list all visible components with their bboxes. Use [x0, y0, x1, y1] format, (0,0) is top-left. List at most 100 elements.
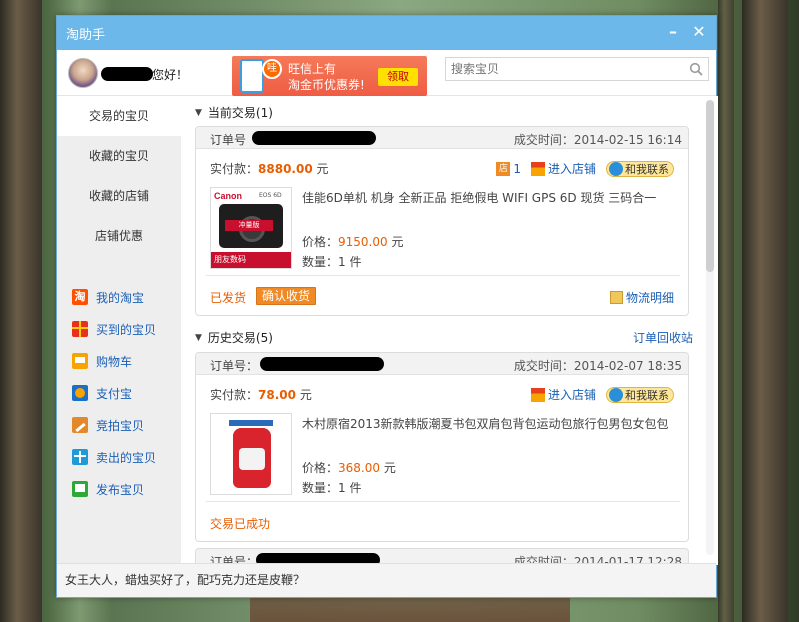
shop-icon: 店: [496, 161, 511, 176]
storefront-icon: [530, 161, 545, 176]
price-unit: 元: [391, 235, 404, 249]
phone-icon: [240, 59, 264, 93]
alipay-icon: [72, 385, 88, 401]
sidebar-link-label: 购物车: [96, 354, 133, 369]
sidebar-link-label: 卖出的宝贝: [96, 450, 157, 465]
search-box: [445, 57, 709, 81]
close-button[interactable]: ✕: [690, 22, 708, 42]
sidebar-link-publish[interactable]: 发布宝贝: [57, 473, 181, 505]
payment-label: 实付款：: [210, 388, 259, 402]
enter-shop-link[interactable]: 进入店铺: [530, 160, 596, 177]
sidebar-link-alipay[interactable]: 支付宝: [57, 377, 181, 409]
enter-shop-link[interactable]: 进入店铺: [530, 386, 596, 403]
history-trades-title: 历史交易(5): [207, 331, 273, 345]
sidebar-link-my-taobao[interactable]: 淘 我的淘宝: [57, 281, 181, 313]
contact-seller-button[interactable]: 和我联系: [606, 160, 674, 177]
title-bar[interactable]: 淘助手 – ✕: [57, 16, 716, 50]
product-price: 价格：368.00 元: [302, 459, 396, 476]
confirm-receipt-button[interactable]: 确认收货: [256, 287, 317, 305]
auction-icon: [72, 417, 88, 433]
payment-label: 实付款：: [210, 162, 259, 176]
collapse-triangle-icon[interactable]: ▼: [195, 333, 202, 343]
price-unit: 元: [383, 461, 396, 475]
collapse-triangle-icon[interactable]: ▼: [195, 108, 202, 118]
qty-label: 数量：: [302, 481, 339, 495]
vertical-scrollbar[interactable]: [706, 100, 714, 555]
tab-favorite-shops[interactable]: 收藏的店铺: [57, 176, 181, 216]
search-icon[interactable]: [689, 62, 703, 76]
product-price: 价格：9150.00 元: [302, 233, 403, 250]
product-quantity: 数量：1 件: [302, 479, 361, 496]
enter-shop-label: 进入店铺: [547, 388, 596, 402]
order-recycle-bin-link[interactable]: 订单回收站: [633, 329, 693, 346]
thumb-banner: 冲量版: [225, 220, 273, 231]
payment-value: 78.00: [258, 388, 296, 402]
sidebar-link-label: 竞拍宝贝: [96, 418, 145, 433]
current-trades-header[interactable]: ▼ 当前交易(1): [195, 104, 273, 121]
sidebar-link-label: 买到的宝贝: [96, 322, 157, 337]
contact-label: 和我联系: [625, 162, 669, 176]
sidebar-link-label: 支付宝: [96, 386, 133, 401]
payment-amount: 实付款：8880.00 元: [210, 160, 329, 177]
logistics-detail-link[interactable]: 物流明细: [609, 289, 674, 306]
contact-label: 和我联系: [625, 388, 669, 402]
greeting-text: 您好！: [152, 68, 189, 82]
scrollbar-thumb[interactable]: [706, 100, 714, 272]
avatar[interactable]: [68, 58, 98, 88]
order-number-label: 订单号: [210, 133, 247, 147]
sidebar-link-label: 发布宝贝: [96, 482, 145, 497]
trade-list[interactable]: ▼ 当前交易(1) 订单号 成交时间：2014-02-15 16:14 实付款：…: [181, 96, 718, 565]
qty-label: 数量：: [302, 255, 339, 269]
product-title-link[interactable]: 木村原宿2013新款韩版潮夏书包双肩包背包运动包旅行包男包女包包: [302, 415, 669, 432]
tab-shop-deals[interactable]: 店铺优惠: [57, 216, 181, 256]
payment-value: 8880.00: [258, 162, 313, 176]
price-value: 9150.00: [338, 235, 388, 249]
sidebar-link-label: 我的淘宝: [96, 290, 145, 305]
price-label: 价格：: [302, 461, 339, 475]
payment-unit: 元: [316, 162, 329, 176]
sidebar-link-bought[interactable]: 买到的宝贝: [57, 313, 181, 345]
banner-line2: 淘金币优惠券!: [288, 78, 365, 92]
payment-amount: 实付款：78.00 元: [210, 386, 312, 403]
promo-banner[interactable]: 哇 旺信上有 淘金币优惠券! 领取: [232, 56, 427, 96]
order-number-redacted: [260, 357, 384, 371]
package-icon: [609, 291, 623, 304]
qty-value: 1 件: [338, 481, 362, 495]
gift-icon: [72, 321, 88, 337]
sold-icon: [72, 449, 88, 465]
thumb-footer: 朋友数码: [211, 252, 291, 268]
shop-count-link[interactable]: 店 1: [496, 161, 521, 176]
product-title-link[interactable]: 佳能6D单机 机身 全新正品 拒绝假电 WIFI GPS 6D 现货 三码合一: [302, 189, 656, 206]
search-input[interactable]: [446, 58, 676, 80]
order-status: 已发货: [210, 291, 247, 305]
shop-count: 1: [513, 161, 521, 176]
order-status: 交易已成功: [210, 517, 271, 531]
history-trades-header[interactable]: ▼ 历史交易(5): [195, 329, 273, 346]
order-header: 订单号 成交时间：2014-02-15 16:14: [196, 127, 688, 149]
user-bar: 您好！ 哇 旺信上有 淘金币优惠券! 领取: [57, 50, 716, 96]
order-number-redacted: [252, 131, 376, 145]
logistics-label: 物流明细: [625, 291, 674, 305]
product-thumbnail[interactable]: [210, 413, 292, 495]
banner-line1: 旺信上有: [288, 62, 337, 76]
current-order-card: 订单号 成交时间：2014-02-15 16:14 实付款：8880.00 元 …: [195, 126, 689, 316]
sidebar-link-sold[interactable]: 卖出的宝贝: [57, 441, 181, 473]
history-order-card: 订单号： 成交时间：2014-02-07 18:35 实付款：78.00 元 进…: [195, 352, 689, 542]
thumb-brand: Canon: [214, 191, 242, 201]
status-bar: 女王大人，蜡烛买好了，配巧克力还是皮鞭？: [57, 563, 716, 597]
tab-favorite-items[interactable]: 收藏的宝贝: [57, 136, 181, 176]
minimize-button[interactable]: –: [664, 22, 682, 42]
deal-time: 成交时间：2014-02-15 16:14: [513, 133, 682, 147]
card-divider: [206, 501, 680, 502]
backpack-image: [233, 428, 271, 488]
tab-traded-items[interactable]: 交易的宝贝: [57, 96, 181, 136]
product-thumbnail[interactable]: Canon EOS 6D 冲量版 朋友数码: [210, 187, 292, 269]
payment-unit: 元: [299, 388, 312, 402]
order-header: 订单号： 成交时间：2014-02-07 18:35: [196, 353, 688, 375]
qty-value: 1 件: [338, 255, 362, 269]
sidebar-link-auction[interactable]: 竞拍宝贝: [57, 409, 181, 441]
price-label: 价格：: [302, 235, 339, 249]
claim-button[interactable]: 领取: [378, 68, 418, 86]
contact-seller-button[interactable]: 和我联系: [606, 386, 674, 403]
sidebar-link-cart[interactable]: 购物车: [57, 345, 181, 377]
